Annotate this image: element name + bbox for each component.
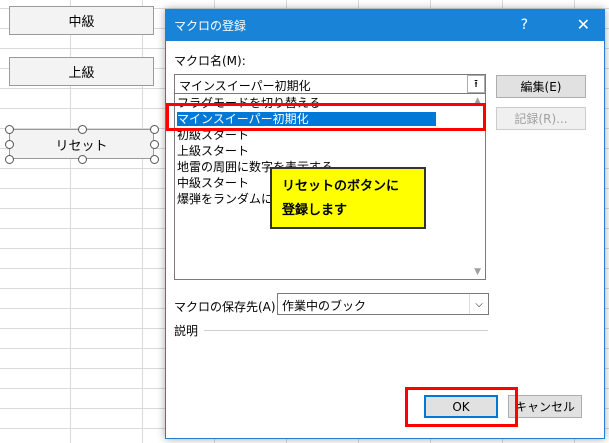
resize-handle[interactable] xyxy=(5,155,14,164)
callout-line-1: リセットのボタンに xyxy=(282,179,400,194)
description-divider xyxy=(204,330,488,331)
highlight-ok-button xyxy=(405,387,518,427)
resize-handle[interactable] xyxy=(150,125,159,134)
close-icon[interactable]: ✕ xyxy=(577,15,590,34)
description-label: 説明 xyxy=(174,324,199,338)
resize-handle[interactable] xyxy=(78,155,87,164)
callout-line-2: 登録します xyxy=(282,203,348,218)
highlight-selected-macro xyxy=(166,103,486,131)
sheet-button-advanced[interactable]: 上級 xyxy=(9,57,154,86)
resize-handle[interactable] xyxy=(5,140,14,149)
help-icon[interactable]: ? xyxy=(521,17,528,33)
sheet-button-intermediate[interactable]: 中級 xyxy=(9,6,154,35)
store-in-value: 作業中のブック xyxy=(282,299,367,313)
chevron-down-icon[interactable]: ⌵ xyxy=(469,294,488,314)
macro-name-label: マクロ名(M): xyxy=(174,54,246,68)
collapse-up-icon[interactable]: ⭱ xyxy=(467,75,485,93)
store-in-select[interactable]: 作業中のブック ⌵ xyxy=(277,293,489,315)
resize-handle[interactable] xyxy=(5,125,14,134)
macro-name-input[interactable]: マインスイーパー初期化 xyxy=(174,74,486,94)
dialog-title: マクロの登録 xyxy=(174,19,247,33)
resize-handle[interactable] xyxy=(78,125,87,134)
edit-button[interactable]: 編集(E) xyxy=(496,75,586,98)
list-item[interactable]: 中級スタート xyxy=(177,176,249,190)
store-in-label: マクロの保存先(A): xyxy=(174,300,280,314)
annotation-callout: リセットのボタンに 登録します xyxy=(270,167,426,229)
resize-handle[interactable] xyxy=(150,155,159,164)
resize-handle[interactable] xyxy=(150,140,159,149)
record-button[interactable]: 記録(R)... xyxy=(496,107,586,130)
scroll-down-icon[interactable]: ▼ xyxy=(474,267,481,277)
cancel-button[interactable]: キャンセル xyxy=(508,395,582,418)
list-item[interactable]: 上級スタート xyxy=(177,144,249,158)
dialog-titlebar[interactable]: マクロの登録 ? ✕ xyxy=(166,10,604,41)
